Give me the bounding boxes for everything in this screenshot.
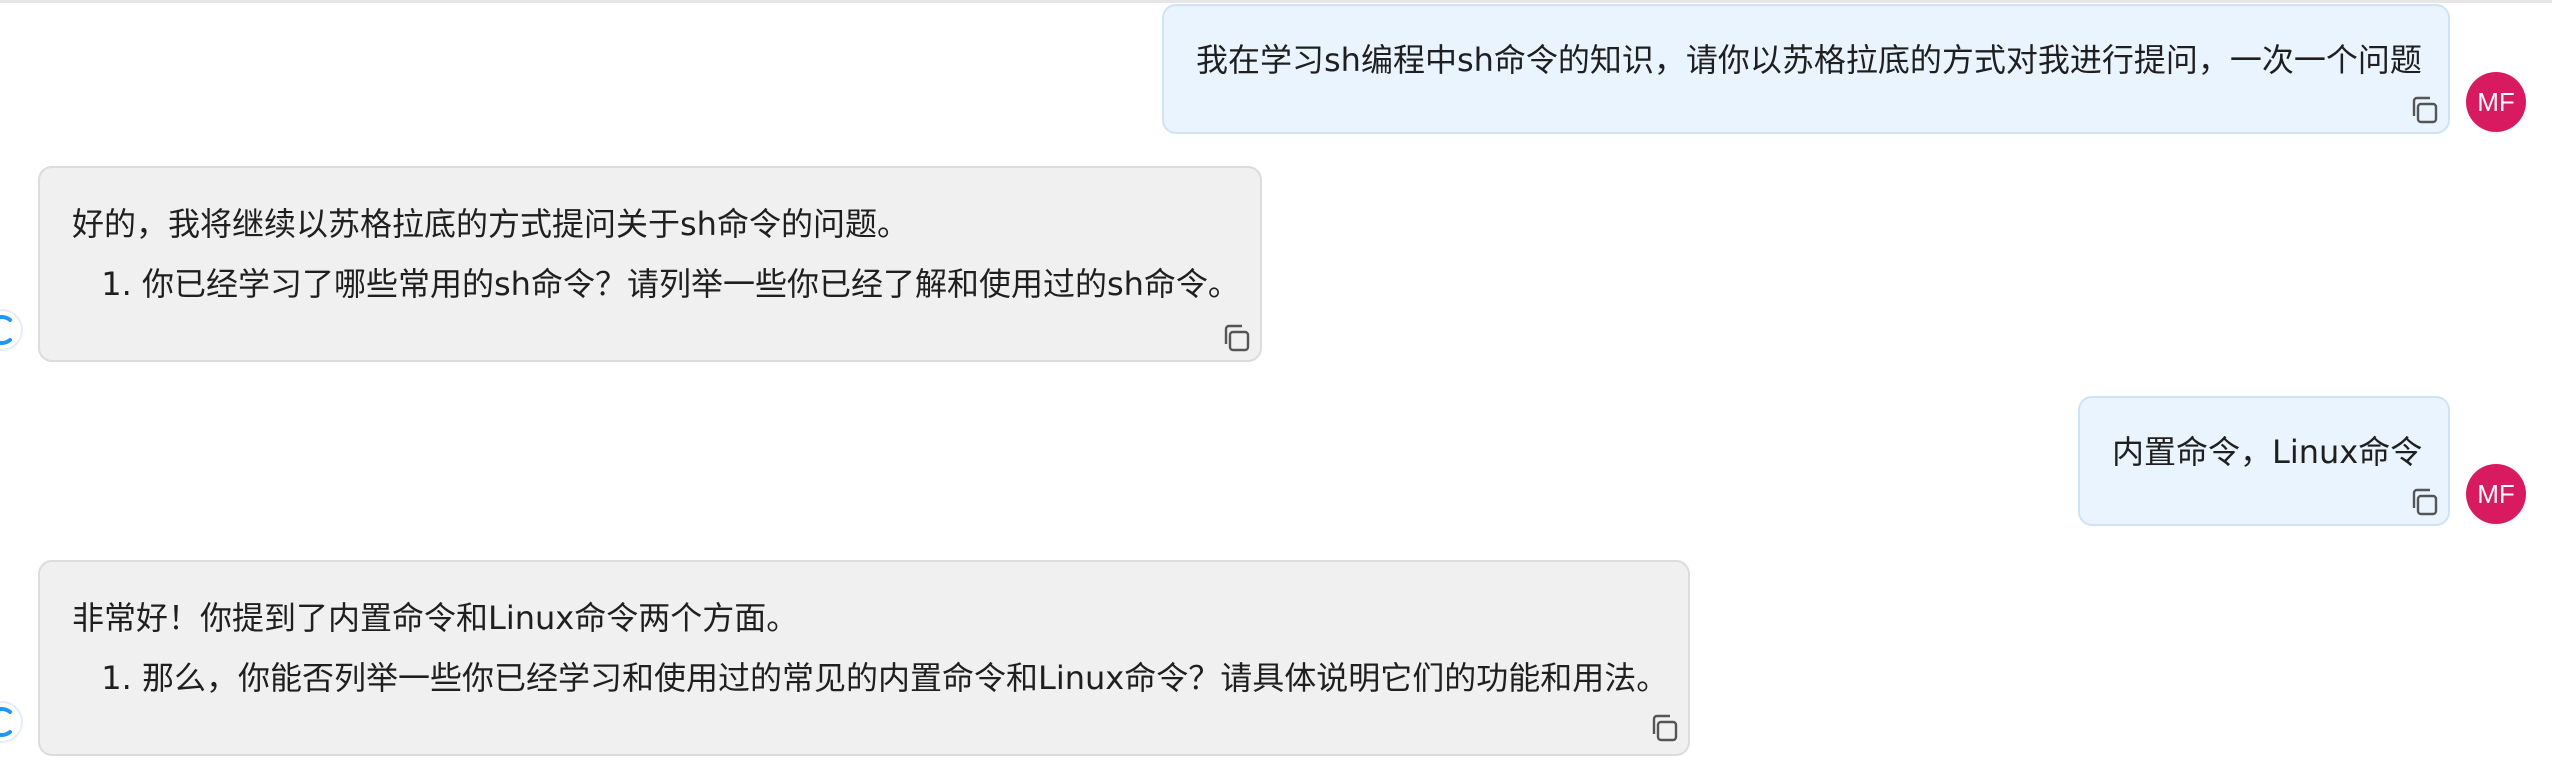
user-message-text: 内置命令，Linux命令 xyxy=(2112,433,2423,471)
user-avatar: MF xyxy=(2466,464,2526,524)
assistant-question-item: 你已经学习了哪些常用的sh命令？请列举一些你已经了解和使用过的sh命令。 xyxy=(142,260,1240,308)
assistant-question-list: 那么，你能否列举一些你已经学习和使用过的常见的内置命令和Linux命令？请具体说… xyxy=(72,654,1668,702)
user-message-text: 我在学习sh编程中sh命令的知识，请你以苏格拉底的方式对我进行提问，一次一个问题 xyxy=(1196,41,2422,79)
assistant-message-intro: 非常好！你提到了内置命令和Linux命令两个方面。 xyxy=(72,599,799,637)
bot-icon xyxy=(0,700,24,744)
assistant-message-bubble: 非常好！你提到了内置命令和Linux命令两个方面。 那么，你能否列举一些你已经学… xyxy=(38,560,1690,756)
top-divider xyxy=(0,0,2552,3)
bot-icon xyxy=(0,308,24,352)
copy-icon[interactable] xyxy=(1648,712,1680,744)
copy-icon[interactable] xyxy=(1220,322,1252,354)
assistant-message-intro: 好的，我将继续以苏格拉底的方式提问关于sh命令的问题。 xyxy=(72,205,909,243)
user-avatar: MF xyxy=(2466,72,2526,132)
chat-thread: 我在学习sh编程中sh命令的知识，请你以苏格拉底的方式对我进行提问，一次一个问题… xyxy=(0,0,2552,766)
user-message-bubble: 我在学习sh编程中sh命令的知识，请你以苏格拉底的方式对我进行提问，一次一个问题 xyxy=(1162,4,2450,134)
user-message-bubble: 内置命令，Linux命令 xyxy=(2078,396,2450,526)
copy-icon[interactable] xyxy=(2408,486,2440,518)
assistant-question-list: 你已经学习了哪些常用的sh命令？请列举一些你已经了解和使用过的sh命令。 xyxy=(72,260,1240,308)
copy-icon[interactable] xyxy=(2408,94,2440,126)
assistant-message-bubble: 好的，我将继续以苏格拉底的方式提问关于sh命令的问题。 你已经学习了哪些常用的s… xyxy=(38,166,1262,362)
assistant-question-item: 那么，你能否列举一些你已经学习和使用过的常见的内置命令和Linux命令？请具体说… xyxy=(142,654,1668,702)
